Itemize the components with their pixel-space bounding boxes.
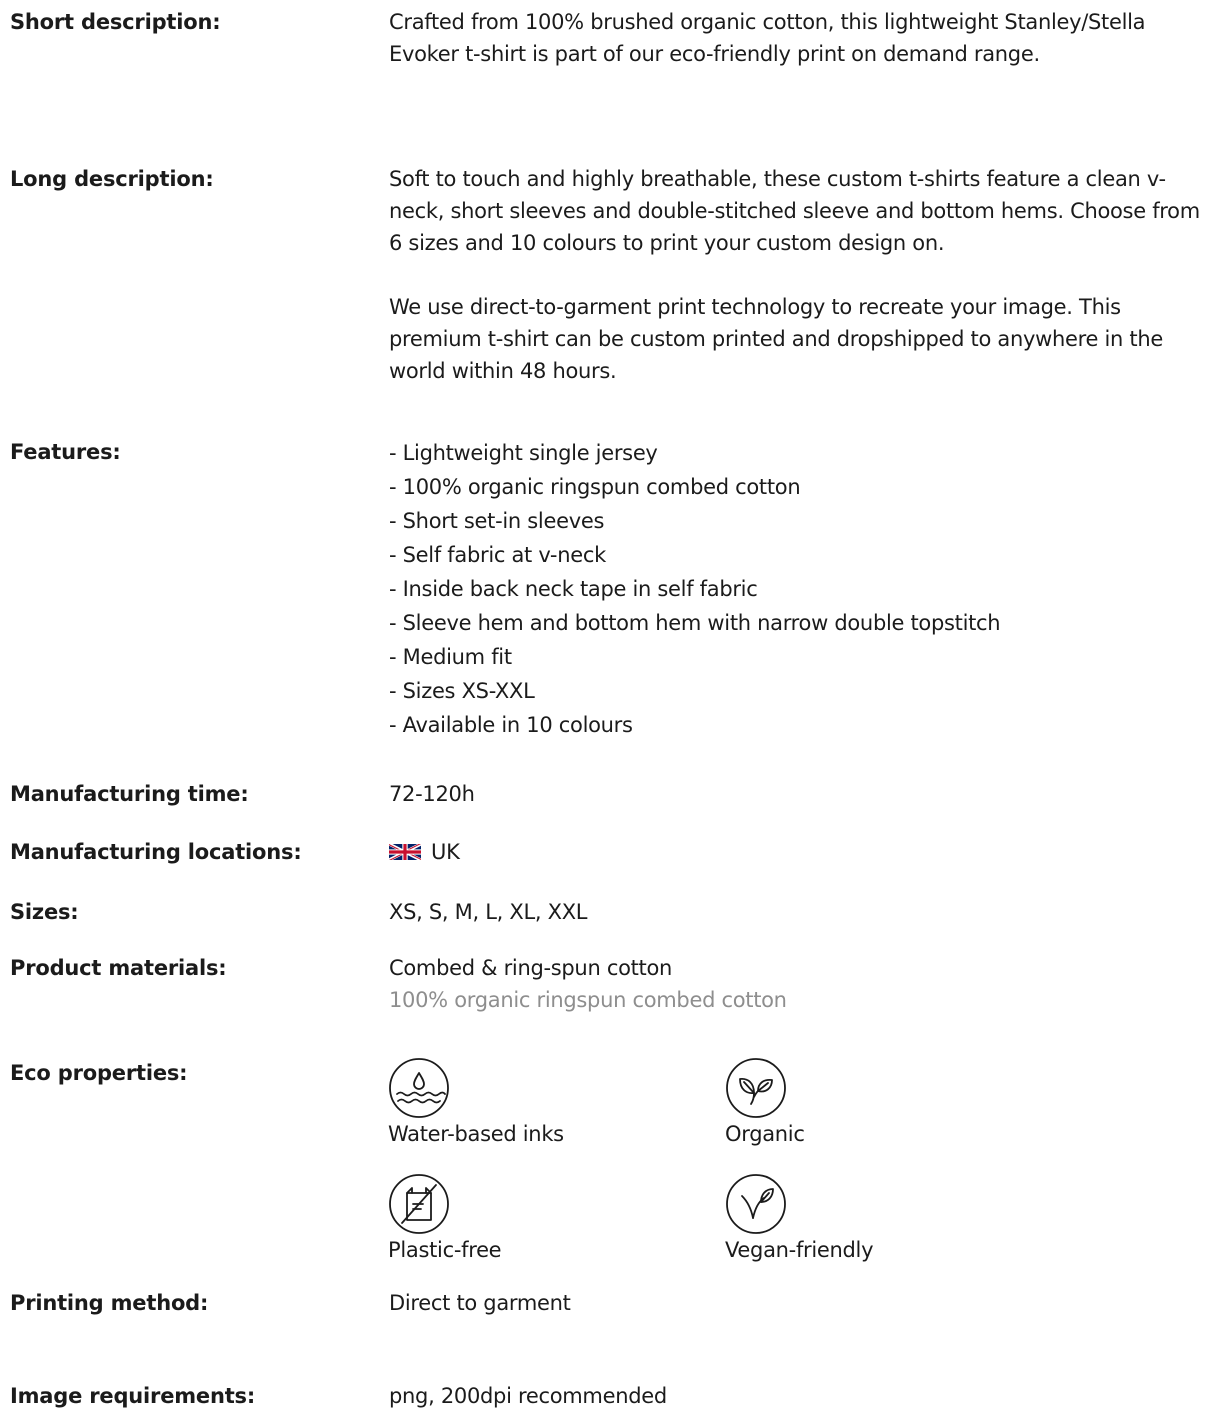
uk-flag-icon xyxy=(389,844,421,860)
eco-item-organic: Organic xyxy=(725,1057,985,1149)
sprout-icon xyxy=(726,1174,786,1234)
manufacturing-locations-value: UK xyxy=(389,836,1204,868)
feature-item: - Sleeve hem and bottom hem with narrow … xyxy=(389,611,1001,635)
image-requirements-value: png, 200dpi recommended xyxy=(389,1384,667,1408)
water-drop-icon xyxy=(389,1058,449,1118)
leaves-icon xyxy=(726,1058,786,1118)
feature-item: - Lightweight single jersey xyxy=(389,441,658,465)
features-label: Features: xyxy=(10,440,121,464)
manufacturing-location-text: UK xyxy=(431,840,460,864)
eco-item-water-based-inks: Water-based inks xyxy=(388,1057,648,1149)
eco-item-label: Plastic-free xyxy=(388,1238,502,1262)
manufacturing-locations-label: Manufacturing locations: xyxy=(10,840,302,864)
image-requirements-label: Image requirements: xyxy=(10,1384,256,1408)
long-description-paragraph: Soft to touch and highly breathable, the… xyxy=(389,167,1200,255)
eco-item-label: Water-based inks xyxy=(388,1122,564,1146)
short-description-label: Short description: xyxy=(10,10,221,34)
product-materials-label: Product materials: xyxy=(10,956,227,980)
feature-item: - Inside back neck tape in self fabric xyxy=(389,577,758,601)
short-description-text: Crafted from 100% brushed organic cotton… xyxy=(389,10,1146,66)
eco-item-label: Vegan-friendly xyxy=(725,1238,874,1262)
product-materials-value: Combed & ring-spun cotton 100% organic r… xyxy=(389,952,1204,1016)
long-description-paragraph: We use direct-to-garment print technolog… xyxy=(389,295,1163,383)
sizes-label: Sizes: xyxy=(10,900,79,924)
feature-item: - Self fabric at v-neck xyxy=(389,543,606,567)
short-description-value: Crafted from 100% brushed organic cotton… xyxy=(389,6,1204,70)
product-material-detail: 100% organic ringspun combed cotton xyxy=(389,988,787,1012)
eco-properties-grid: Water-based inks Organic Plastic-free Ve… xyxy=(388,1057,948,1262)
feature-item: - 100% organic ringspun combed cotton xyxy=(389,475,801,499)
eco-item-vegan-friendly: Vegan-friendly xyxy=(725,1173,985,1265)
features-list: - Lightweight single jersey - 100% organ… xyxy=(389,436,1204,742)
long-description-value: Soft to touch and highly breathable, the… xyxy=(389,163,1204,387)
eco-item-label: Organic xyxy=(725,1122,805,1146)
printing-method-label: Printing method: xyxy=(10,1291,209,1315)
feature-item: - Short set-in sleeves xyxy=(389,509,605,533)
long-description-label: Long description: xyxy=(10,167,214,191)
product-spec-sheet: Short description: Crafted from 100% bru… xyxy=(0,0,1211,1413)
features-value: - Lightweight single jersey - 100% organ… xyxy=(389,436,1204,742)
manufacturing-time-label: Manufacturing time: xyxy=(10,782,249,806)
printing-method-value: Direct to garment xyxy=(389,1291,571,1315)
manufacturing-time-value: 72-120h xyxy=(389,782,475,806)
no-plastic-bag-icon xyxy=(389,1174,449,1234)
eco-item-plastic-free: Plastic-free xyxy=(388,1173,648,1265)
sizes-value: XS, S, M, L, XL, XXL xyxy=(389,900,588,924)
product-material-name: Combed & ring-spun cotton xyxy=(389,956,673,980)
feature-item: - Sizes XS-XXL xyxy=(389,679,535,703)
eco-properties-label: Eco properties: xyxy=(10,1061,188,1085)
feature-item: - Medium fit xyxy=(389,645,512,669)
feature-item: - Available in 10 colours xyxy=(389,713,633,737)
